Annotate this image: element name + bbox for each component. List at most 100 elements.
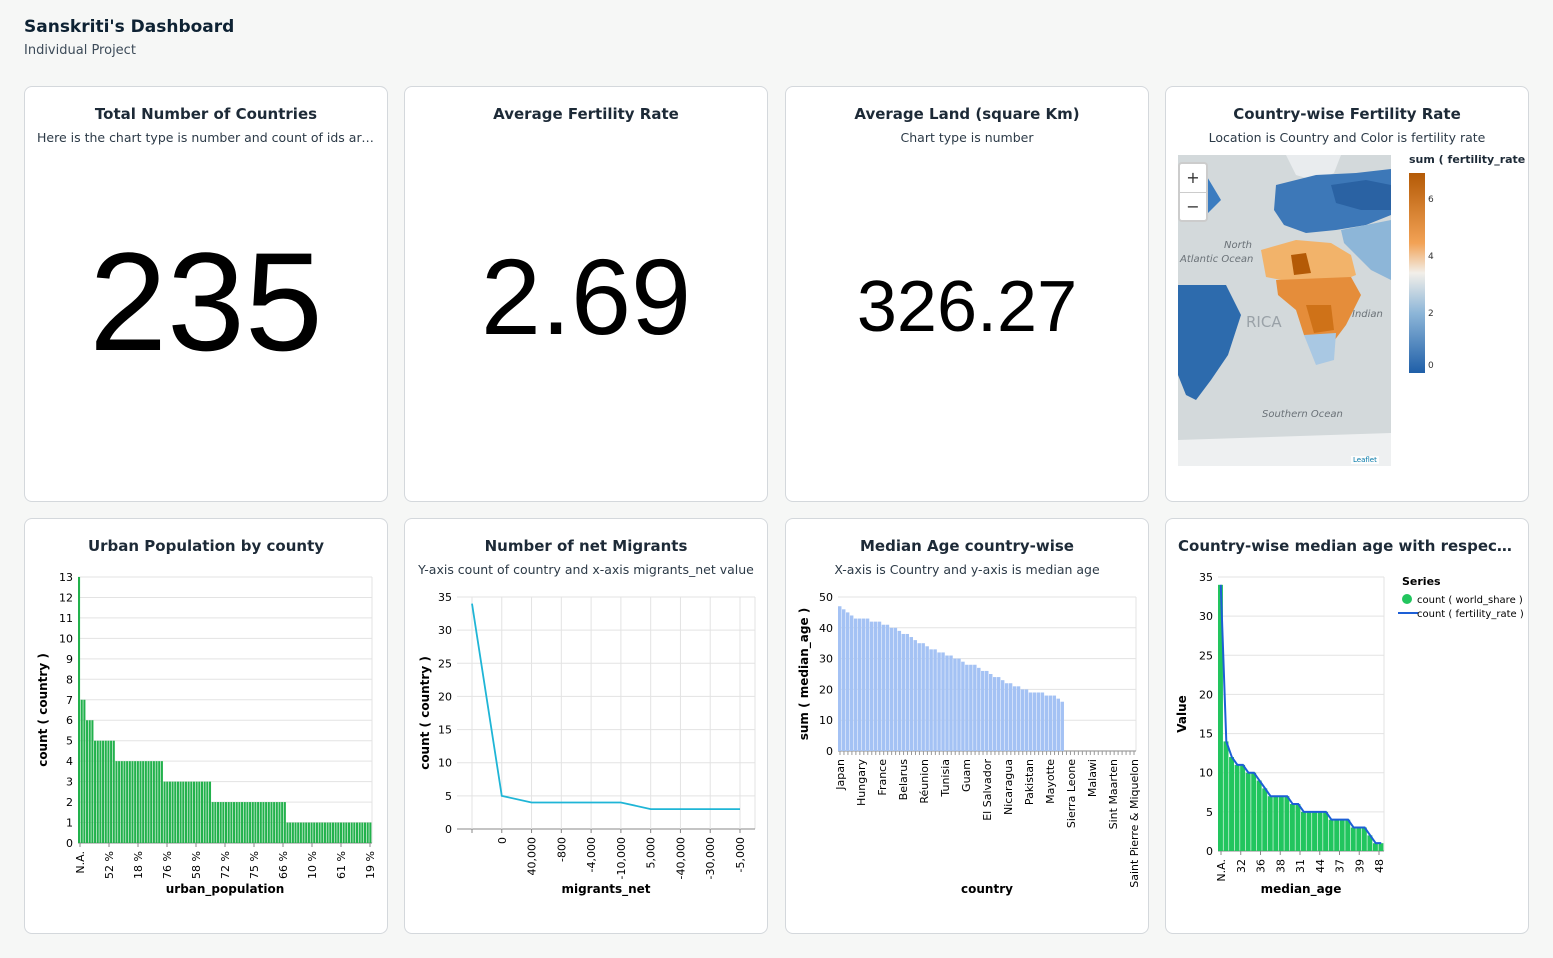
bar <box>200 781 204 843</box>
bar <box>1356 827 1362 851</box>
bar <box>885 624 890 751</box>
bar <box>361 822 364 843</box>
y-tick-label: 25 <box>438 657 452 670</box>
bar <box>889 627 894 751</box>
median-age-share-chart[interactable]: 0 5 10 15 20 25 30 35 median_age Value N.A. 32 36 38 3… <box>1166 555 1529 934</box>
x-tick-label: 18 % <box>132 851 145 879</box>
bar <box>853 618 858 751</box>
bar <box>342 822 345 843</box>
bar <box>1262 788 1268 851</box>
bar <box>219 802 222 843</box>
bar <box>941 652 945 751</box>
y-axis-title: count ( country ) <box>36 653 50 767</box>
card-urban-population[interactable]: Urban Population by county 0 1 2 3 4 5 6 7 8 9 10 1… <box>24 518 388 934</box>
x-tick-label: -10,000 <box>615 837 628 879</box>
y-tick-label: 30 <box>819 653 833 666</box>
x-tick-label: Belarus <box>897 759 910 801</box>
card-median-age[interactable]: Median Age country-wise X-axis is Countr… <box>785 518 1149 934</box>
bar <box>112 740 115 843</box>
urban-population-chart[interactable]: 012345678910111213urban_populationcount … <box>25 555 388 934</box>
bar <box>949 655 953 751</box>
card-fertility-map[interactable]: Country-wise Fertility Rate Location is … <box>1165 86 1529 502</box>
zoom-in-button[interactable]: + <box>1180 164 1206 192</box>
x-tick-label: 72 % <box>219 851 232 879</box>
x-tick-label: 36 <box>1255 859 1268 873</box>
bar <box>969 664 973 751</box>
bar <box>275 802 278 843</box>
bar <box>251 802 254 843</box>
bar <box>120 761 123 843</box>
legend-tick-label: 4 <box>1428 252 1434 262</box>
bar <box>208 781 212 843</box>
bar <box>1334 819 1340 851</box>
bar <box>339 822 342 843</box>
bar <box>1036 692 1041 751</box>
card-median-age-share[interactable]: Country-wise median age with respect to … <box>1165 518 1529 934</box>
card-net-migrants[interactable]: Number of net Migrants Y-axis count of c… <box>404 518 768 934</box>
bar <box>877 621 882 751</box>
choropleth-map[interactable]: North Atlantic Ocean RICA Indian Souther… <box>1166 155 1529 485</box>
card-subtitle: Here is the chart type is number and cou… <box>37 130 387 145</box>
y-tick-label: 12 <box>59 591 73 604</box>
y-tick-label: 20 <box>438 690 452 703</box>
bar <box>973 664 977 751</box>
bar <box>158 761 161 843</box>
bar <box>334 822 337 843</box>
bar <box>187 781 190 843</box>
y-tick-label: 7 <box>66 694 73 707</box>
map-label: Atlantic Ocean <box>1179 254 1253 265</box>
x-tick-label: Nicaragua <box>1002 759 1015 815</box>
bar <box>369 822 372 843</box>
bar <box>233 802 236 843</box>
bar <box>249 802 252 843</box>
bar <box>150 761 153 843</box>
card-total-countries[interactable]: Total Number of Countries Here is the ch… <box>24 86 388 502</box>
bar <box>243 802 246 843</box>
y-axis-title: sum ( median_age ) <box>797 608 812 741</box>
bar <box>1048 695 1053 751</box>
x-tick-label: Saint Pierre & Miquelon <box>1128 759 1141 888</box>
y-tick-label: 50 <box>819 591 833 604</box>
bar <box>1020 689 1025 751</box>
x-tick-label: N.A. <box>1215 859 1228 882</box>
legend-label: count ( world_share ) <box>1417 595 1523 606</box>
bar <box>171 781 174 843</box>
bar <box>909 637 913 751</box>
bar <box>91 720 94 843</box>
bar <box>142 761 145 843</box>
median-age-chart[interactable]: 0 10 20 30 40 50 country sum ( median_age ) Japa… <box>786 555 1149 934</box>
x-axis-title: urban_population <box>166 882 285 897</box>
x-axis-title: median_age <box>1261 882 1342 897</box>
bar <box>267 802 270 843</box>
zoom-out-button[interactable]: − <box>1180 192 1206 221</box>
card-avg-fertility[interactable]: Average Fertility Rate 2.69 <box>404 86 768 502</box>
bar <box>326 822 329 843</box>
bar <box>115 761 118 843</box>
y-tick-label: 9 <box>66 653 73 666</box>
bar <box>152 761 155 843</box>
bar <box>147 761 150 843</box>
x-tick-label: Malawi <box>1086 759 1099 797</box>
x-tick-label: -30,000 <box>704 837 717 879</box>
leaflet-attribution-link[interactable]: Leaflet <box>1351 456 1379 464</box>
map-label: Indian <box>1352 309 1383 320</box>
bar <box>94 740 97 843</box>
card-avg-land[interactable]: Average Land (square Km) Chart type is n… <box>785 86 1149 502</box>
bar <box>179 781 182 843</box>
card-title: Country-wise Fertility Rate <box>1233 105 1461 123</box>
big-number: 235 <box>89 223 323 380</box>
x-tick-label: 0 <box>496 837 509 844</box>
bar <box>981 670 985 751</box>
bar <box>289 822 292 843</box>
bar <box>283 802 286 843</box>
x-tick-label: -4,000 <box>585 837 598 872</box>
bar <box>83 699 86 843</box>
y-tick-label: 10 <box>819 714 833 727</box>
legend-symbol <box>1402 594 1412 604</box>
bar <box>1024 689 1029 751</box>
card-title: Urban Population by county <box>87 537 325 555</box>
bar <box>174 781 177 843</box>
x-tick-label: 52 % <box>103 851 116 879</box>
net-migrants-chart[interactable]: 0 5 10 15 20 25 30 35 migrants_net count ( countr… <box>405 555 768 934</box>
bar <box>203 781 206 843</box>
